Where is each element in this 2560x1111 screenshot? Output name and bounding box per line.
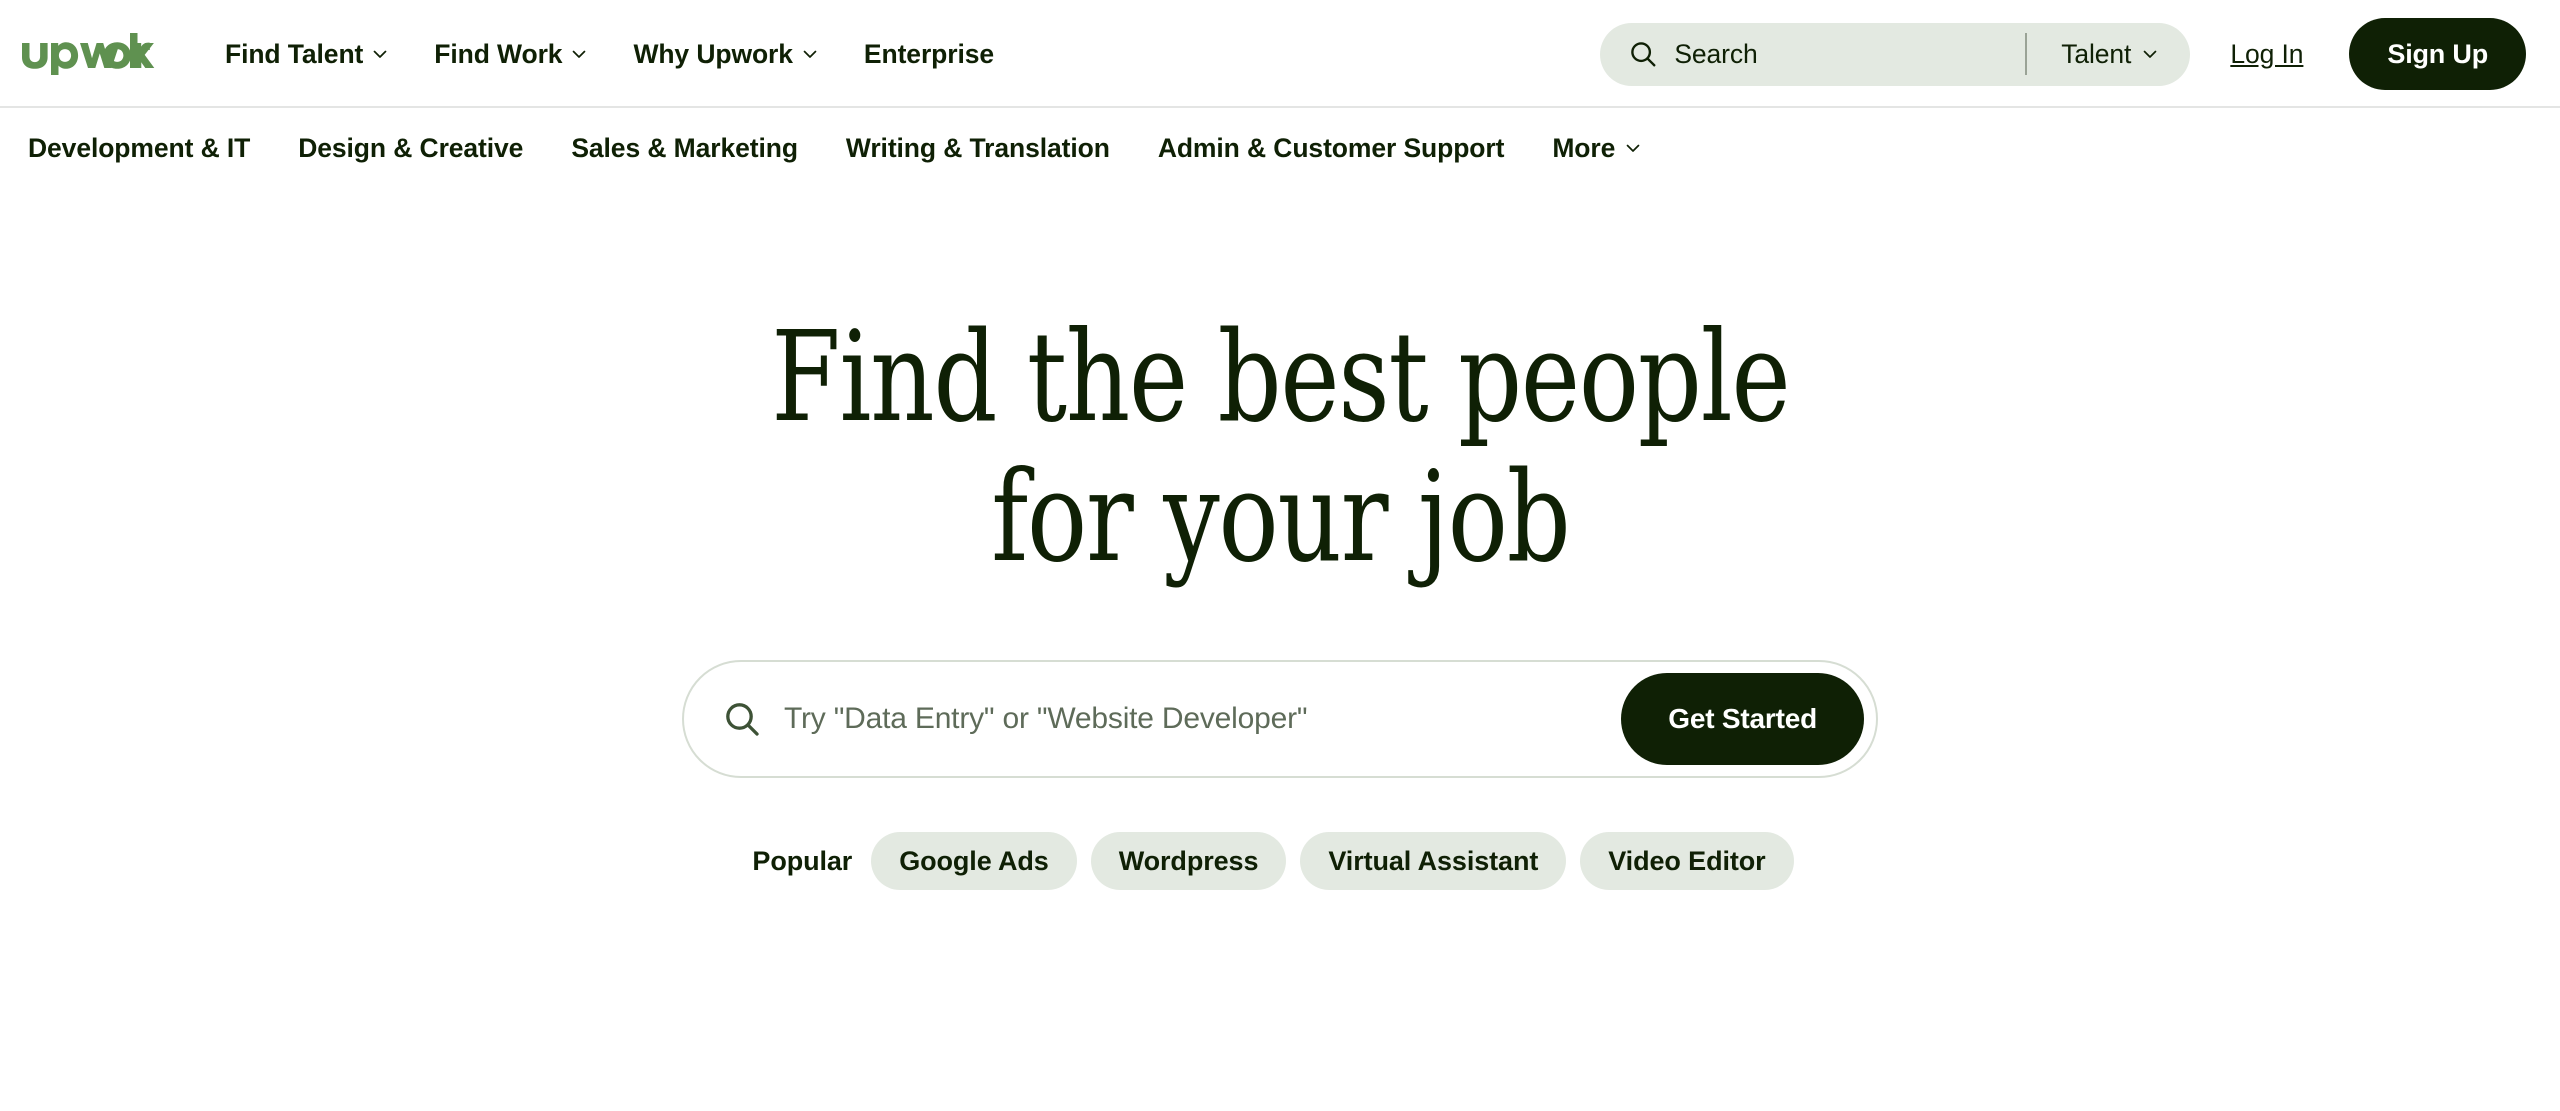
search-divider [2025, 33, 2028, 75]
chevron-down-icon [571, 46, 587, 62]
chevron-down-icon [1625, 140, 1641, 156]
search-input[interactable] [1674, 22, 2026, 86]
search-scope-dropdown[interactable]: Talent [2033, 39, 2190, 70]
chevron-down-icon [802, 46, 818, 62]
upwork-logo-icon [22, 33, 155, 75]
nav-item-why-upwork[interactable]: Why Upwork [610, 29, 840, 80]
nav-item-enterprise[interactable]: Enterprise [841, 29, 1017, 80]
nav-item-label: Enterprise [863, 38, 994, 69]
sign-up-button[interactable]: Sign Up [2349, 18, 2526, 90]
nav-item-find-talent[interactable]: Find Talent [202, 29, 411, 80]
category-more[interactable]: More [1528, 123, 1665, 174]
hero-search-bar[interactable]: Get Started [682, 660, 1878, 778]
nav-item-label: Why Upwork [633, 38, 793, 69]
top-header: Find Talent Find Work Why Upwork Enterpr… [0, 0, 2560, 108]
search-icon [1628, 39, 1658, 69]
nav-item-label: Find Work [434, 38, 563, 69]
category-more-label: More [1552, 132, 1616, 163]
log-in-link[interactable]: Log In [2200, 29, 2333, 80]
popular-label: Popular [752, 845, 853, 876]
category-design-creative[interactable]: Design & Creative [274, 123, 547, 174]
hero-search-input[interactable] [784, 662, 1622, 776]
tag-virtual-assistant[interactable]: Virtual Assistant [1300, 832, 1567, 890]
header-divider [0, 106, 2560, 108]
category-development-it[interactable]: Development & IT [20, 123, 274, 174]
category-sales-marketing[interactable]: Sales & Marketing [547, 123, 822, 174]
header-search-bar[interactable]: Talent [1600, 22, 2191, 86]
category-nav: Development & IT Design & Creative Sales… [0, 108, 2560, 188]
category-admin-customer-support[interactable]: Admin & Customer Support [1134, 123, 1529, 174]
nav-item-find-work[interactable]: Find Work [411, 29, 610, 80]
chevron-down-icon [2142, 46, 2158, 62]
popular-tags-row: Popular Google Ads Wordpress Virtual Ass… [752, 832, 1807, 890]
primary-nav: Find Talent Find Work Why Upwork Enterpr… [202, 29, 1017, 80]
tag-google-ads[interactable]: Google Ads [871, 832, 1077, 890]
page-title: Find the best people for your job [770, 305, 1790, 590]
search-icon [722, 699, 762, 739]
header-right-cluster: Talent Log In Sign Up [1600, 18, 2526, 90]
category-writing-translation[interactable]: Writing & Translation [822, 123, 1134, 174]
nav-item-label: Find Talent [225, 38, 364, 69]
upwork-logo[interactable] [20, 33, 158, 75]
get-started-button[interactable]: Get Started [1621, 673, 1864, 765]
hero-section: Find the best people for your job Get St… [0, 188, 2560, 890]
search-scope-label: Talent [2061, 38, 2132, 69]
chevron-down-icon [372, 46, 388, 62]
tag-video-editor[interactable]: Video Editor [1580, 832, 1794, 890]
tag-wordpress[interactable]: Wordpress [1090, 832, 1287, 890]
